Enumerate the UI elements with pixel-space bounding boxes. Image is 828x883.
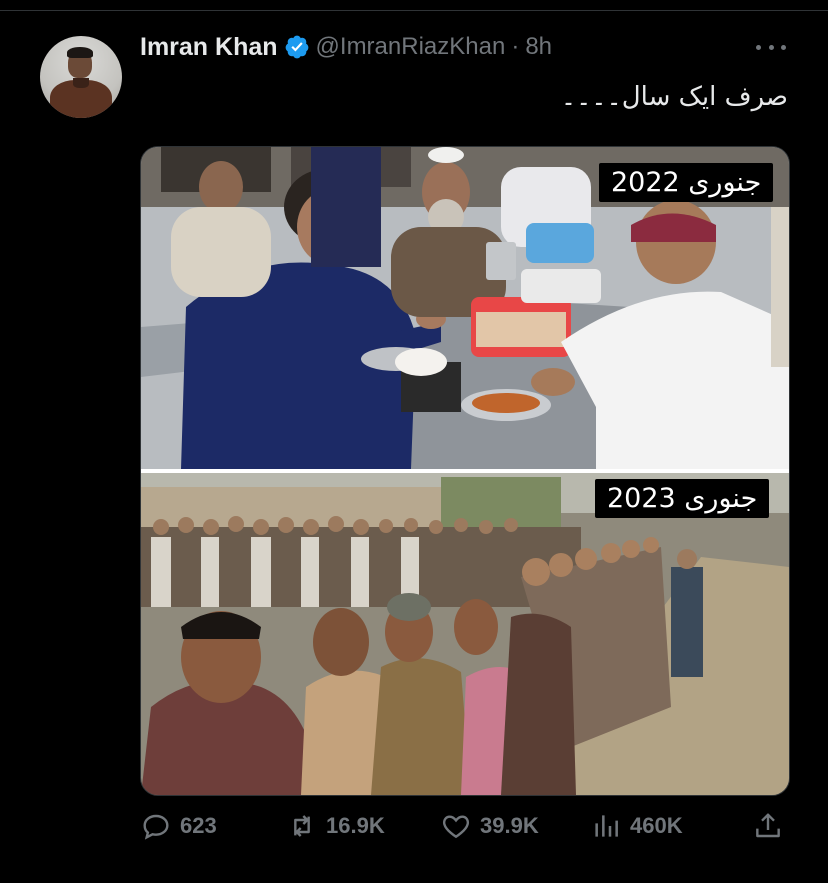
reply-icon — [143, 814, 169, 840]
retweet-button[interactable]: 16.9K — [286, 808, 385, 844]
verified-badge-icon — [285, 35, 308, 59]
retweet-count: 16.9K — [326, 813, 385, 838]
like-count: 39.9K — [480, 813, 539, 838]
tweet-timestamp[interactable]: 8h — [525, 33, 552, 61]
more-icon[interactable] — [756, 35, 786, 59]
heart-icon — [442, 815, 470, 839]
views-count: 460K — [630, 813, 683, 838]
views-icon — [595, 815, 618, 837]
author-name[interactable]: Imran Khan — [140, 33, 278, 62]
share-icon — [756, 813, 780, 838]
like-button[interactable]: 39.9K — [440, 808, 539, 844]
more-dot — [781, 44, 786, 50]
top-photo-label: جنوری 2022 — [599, 163, 774, 202]
reply-count: 623 — [180, 813, 217, 838]
author-handle[interactable]: @ImranRiazKhan — [316, 33, 506, 61]
top-divider — [0, 10, 828, 11]
avatar[interactable] — [40, 36, 122, 118]
avatar-hair — [67, 47, 93, 58]
avatar-collar — [73, 78, 89, 88]
photo-queue — [141, 473, 789, 795]
action-bar: 623 16.9K 39.9K 460K — [140, 808, 788, 844]
bottom-photo-label: جنوری 2023 — [595, 479, 770, 518]
retweet-icon — [294, 815, 310, 837]
tweet-text: صرف ایک سال۔۔۔۔ — [560, 82, 788, 112]
more-dot — [768, 44, 774, 50]
tweet-header: Imran Khan @ImranRiazKhan · 8h — [140, 32, 552, 62]
views-button[interactable]: 460K — [590, 808, 683, 844]
tweet-media[interactable]: جنوری 2022 جنوری 2023 — [140, 146, 790, 796]
reply-button[interactable]: 623 — [140, 808, 217, 844]
separator-dot: · — [511, 33, 520, 60]
media-photo-collage — [141, 147, 789, 795]
share-button[interactable] — [752, 808, 784, 844]
more-dot — [756, 44, 761, 50]
